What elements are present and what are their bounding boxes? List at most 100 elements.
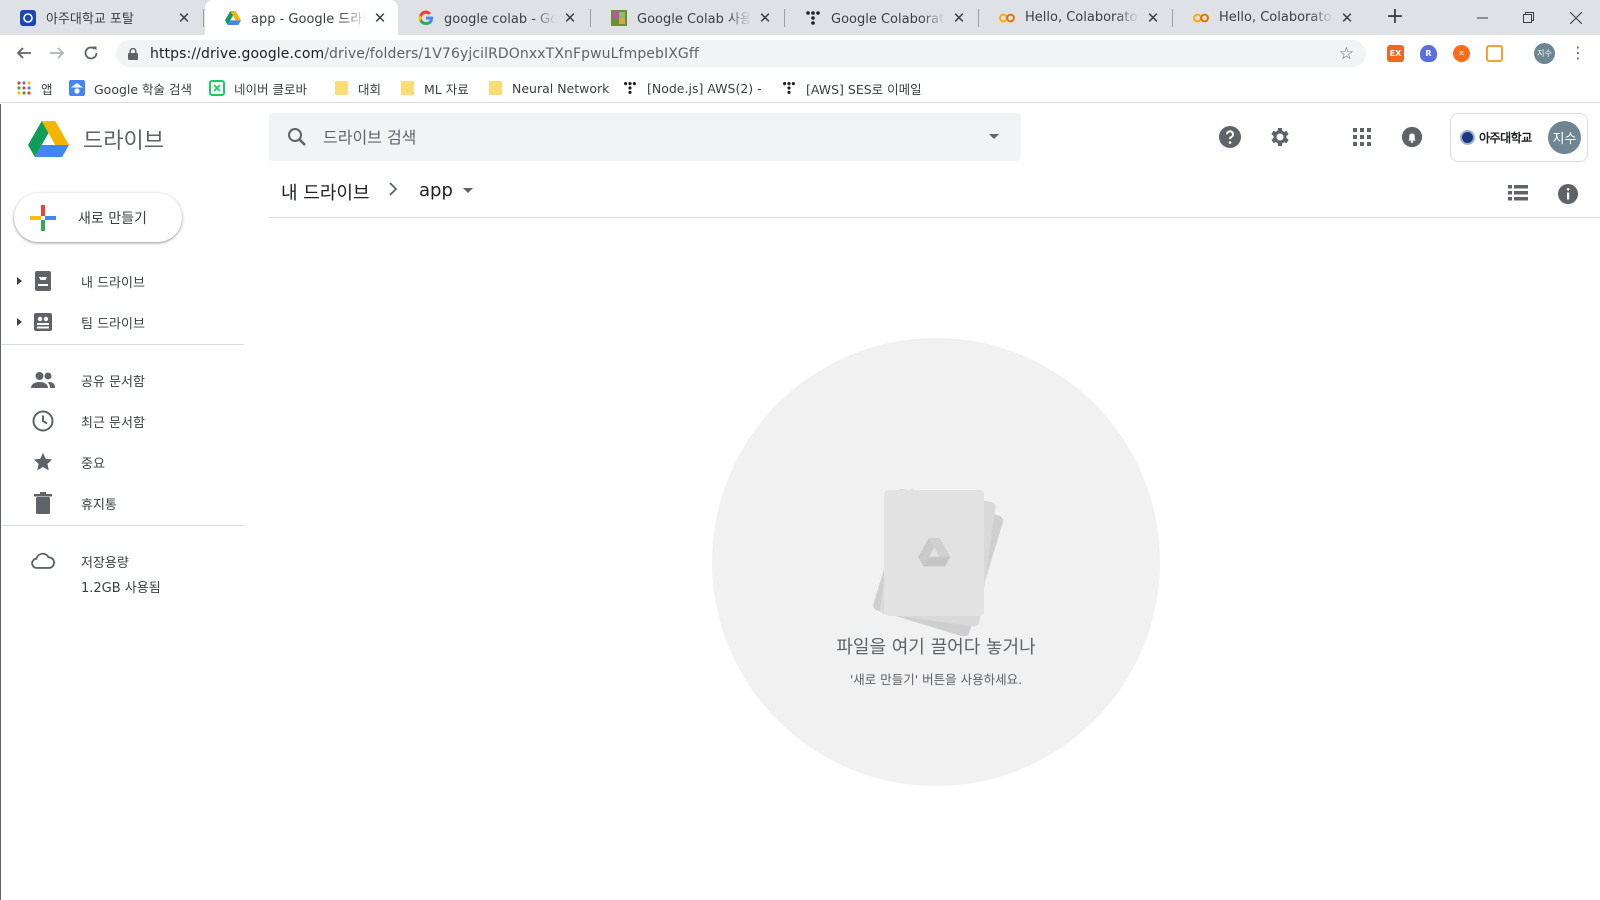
tab-title: Hello, Colaboratory - Colab xyxy=(1219,10,1333,25)
browser-menu-icon[interactable]: ⋮ xyxy=(1570,43,1586,63)
notifications-button[interactable] xyxy=(1399,124,1425,150)
info-icon xyxy=(1558,184,1578,204)
tab-title: Google Colaboratory를 xyxy=(831,12,945,27)
sidebar-item-my-drive[interactable]: 내 드라이브 xyxy=(1,261,244,301)
my-drive-icon xyxy=(31,269,55,293)
sidebar-item-starred[interactable]: 중요 xyxy=(1,442,244,482)
sidebar-item-storage[interactable]: 저장용량 xyxy=(1,541,244,581)
expand-arrow-icon[interactable] xyxy=(17,318,22,326)
tab-colaboratory[interactable]: Google Colaboratory를 ✕ xyxy=(785,0,977,35)
sidebar-item-label: 최근 문서함 xyxy=(81,415,145,431)
list-view-button[interactable] xyxy=(1508,184,1528,206)
tab-hello-colab-2[interactable]: Hello, Colaboratory - Colab ✕ xyxy=(1173,0,1365,35)
drive-logo[interactable]: 드라이브 xyxy=(28,121,164,157)
url-path: /drive/folders/1V76yjcilRDOnxxTXnFpwuLfm… xyxy=(324,45,699,62)
forward-button[interactable] xyxy=(43,39,71,67)
extension-orange-icon[interactable]: ✕ xyxy=(1453,45,1470,62)
close-icon[interactable]: ✕ xyxy=(1339,9,1355,27)
new-button[interactable]: 새로 만들기 xyxy=(14,193,182,242)
breadcrumb-current-folder[interactable]: app xyxy=(419,180,473,201)
sidebar-item-label: 팀 드라이브 xyxy=(81,316,145,332)
chevron-right-icon xyxy=(388,181,398,200)
extension-r-icon[interactable]: R xyxy=(1420,45,1437,62)
sidebar-divider xyxy=(1,344,244,345)
empty-state-subtitle: '새로 만들기' 버튼을 사용하세요. xyxy=(849,672,1023,687)
bookmark-star-icon[interactable]: ☆ xyxy=(1339,44,1354,64)
details-button[interactable] xyxy=(1557,183,1579,209)
bookmark-folder-neural-network[interactable]: Neural Network xyxy=(487,77,609,99)
folder-icon xyxy=(333,80,349,96)
drive-logo-icon xyxy=(28,121,69,157)
tab-title: Google Colab 사용하기 xyxy=(637,12,751,27)
sidebar-item-label: 공유 문서함 xyxy=(81,374,145,390)
help-icon xyxy=(1219,126,1241,148)
sidebar-item-recent[interactable]: 최근 문서함 xyxy=(1,401,244,441)
close-icon[interactable]: ✕ xyxy=(757,9,773,27)
sidebar-item-trash[interactable]: 휴지통 xyxy=(1,483,244,523)
bookmark-folder-contest[interactable]: 대회 xyxy=(333,77,381,99)
gear-icon xyxy=(1271,128,1289,146)
expand-arrow-icon[interactable] xyxy=(17,277,22,285)
bookmark-folder-ml[interactable]: ML 자료 xyxy=(399,77,469,99)
bookmark-label: 네이버 클로바 xyxy=(234,81,307,97)
tab-colab-usage[interactable]: Google Colab 사용하기 ✕ xyxy=(591,0,783,35)
clock-icon xyxy=(31,409,55,433)
url-text: https://drive.google.com/drive/folders/1… xyxy=(150,46,699,62)
tab-separator xyxy=(203,9,204,27)
close-icon[interactable]: ✕ xyxy=(562,9,578,27)
search-options-dropdown-icon[interactable] xyxy=(989,134,999,139)
breadcrumb: 내 드라이브 app xyxy=(269,170,1600,218)
close-icon[interactable]: ✕ xyxy=(176,9,192,27)
close-window-button[interactable] xyxy=(1553,0,1599,35)
star-icon xyxy=(31,450,55,474)
minimize-button[interactable] xyxy=(1459,0,1505,35)
new-button-label: 새로 만들기 xyxy=(78,210,147,227)
extension-ex-icon[interactable]: EX xyxy=(1387,45,1404,62)
close-icon[interactable]: ✕ xyxy=(372,9,388,27)
bell-icon xyxy=(1401,126,1423,148)
tab-google-drive[interactable]: app - Google 드라이브 ✕ xyxy=(205,0,398,35)
bookmark-aws-ses[interactable]: [AWS] SES로 이메일 xyxy=(781,77,921,99)
bookmark-apps[interactable]: 앱 xyxy=(16,77,53,99)
bookmark-label: [Node.js] AWS(2) - S xyxy=(647,80,764,96)
restore-icon xyxy=(1522,12,1534,23)
breadcrumb-my-drive[interactable]: 내 드라이브 xyxy=(281,179,370,205)
tab-google-search[interactable]: google colab - Google 검색 ✕ xyxy=(398,0,588,35)
sidebar-item-label: 내 드라이브 xyxy=(81,275,145,291)
shared-icon xyxy=(31,368,55,392)
address-bar[interactable]: https://drive.google.com/drive/folders/1… xyxy=(116,40,1366,67)
cloud-icon xyxy=(31,549,55,573)
bookmark-label: 앱 xyxy=(41,81,53,97)
back-arrow-icon xyxy=(16,47,31,59)
sidebar-item-shared[interactable]: 공유 문서함 xyxy=(1,360,244,400)
bookmark-naver-clova[interactable]: 네이버 클로바 xyxy=(209,77,307,99)
empty-drop-zone[interactable]: 파일을 여기 끌어다 놓거나 '새로 만들기' 버튼을 사용하세요. xyxy=(712,338,1160,786)
tab-hello-colab-1[interactable]: Hello, Colaboratory - Colab ✕ xyxy=(979,0,1171,35)
google-apps-button[interactable] xyxy=(1349,124,1375,150)
reload-button[interactable] xyxy=(77,39,105,67)
search-icon[interactable] xyxy=(285,125,309,149)
colab-favicon-icon xyxy=(1193,10,1209,26)
back-button[interactable] xyxy=(10,39,38,67)
browser-profile-avatar[interactable]: 지수 xyxy=(1534,43,1555,64)
trash-icon xyxy=(31,491,55,515)
bookmark-nodejs-aws[interactable]: [Node.js] AWS(2) - S xyxy=(622,77,764,99)
apps-grid-icon xyxy=(16,80,32,96)
settings-button[interactable] xyxy=(1267,124,1293,150)
sidebar-item-team-drive[interactable]: 팀 드라이브 xyxy=(1,302,244,342)
avatar[interactable]: 지수 xyxy=(1548,121,1581,154)
close-icon[interactable]: ✕ xyxy=(1145,9,1161,27)
new-tab-button[interactable]: + xyxy=(1381,4,1409,32)
restore-button[interactable] xyxy=(1505,0,1551,35)
close-icon[interactable]: ✕ xyxy=(951,9,967,27)
bookmark-label: Neural Network xyxy=(512,80,610,96)
drive-search-bar[interactable] xyxy=(269,113,1021,161)
tab-ajou-portal[interactable]: 아주대학교 포탈 ✕ xyxy=(0,0,202,35)
bookmark-label: Google 학술 검색 xyxy=(94,81,193,97)
drive-logo-text: 드라이브 xyxy=(83,129,164,154)
search-input[interactable] xyxy=(323,127,963,147)
account-switcher[interactable]: 아주대학교 지수 xyxy=(1450,113,1588,162)
bookmark-google-scholar[interactable]: Google 학술 검색 xyxy=(69,77,192,99)
help-button[interactable] xyxy=(1217,124,1243,150)
extension-layout-icon[interactable] xyxy=(1486,45,1503,62)
